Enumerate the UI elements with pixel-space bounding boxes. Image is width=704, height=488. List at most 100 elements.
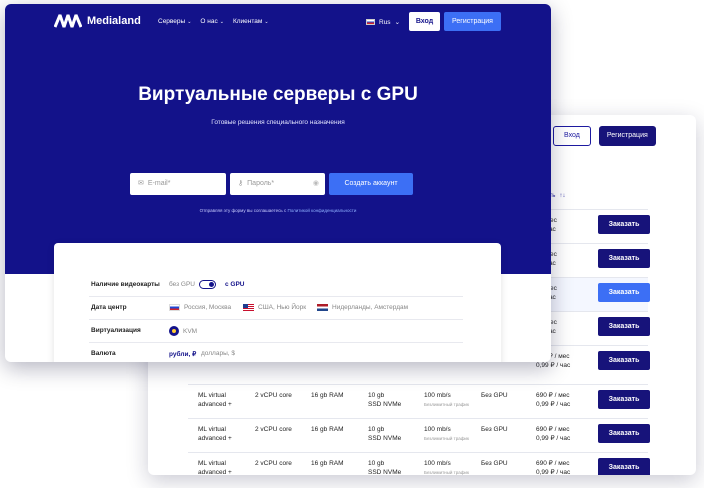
nav-item-clients[interactable]: Клиентам ⌄ <box>233 18 269 25</box>
chevron-down-icon: ⌄ <box>219 19 224 25</box>
logo[interactable]: Medialand <box>54 14 141 28</box>
plan-name-text: ML virtual <box>198 426 226 433</box>
dc-option-amsterdam[interactable]: Нидерланды, Амстердам <box>317 304 408 311</box>
russia-flag-icon <box>366 19 375 25</box>
netherlands-flag-icon <box>317 304 328 311</box>
logo-text: Medialand <box>87 15 141 27</box>
ssd-cell: 10 gb SSD NVMe <box>368 425 401 443</box>
ssd-cell: 10 gb SSD NVMe <box>368 391 401 409</box>
price-cell: 690 ₽ / мес 0,99 ₽ / час <box>536 391 570 409</box>
nav-item-servers[interactable]: Серверы ⌄ <box>158 18 191 25</box>
plan-name: ML virtual advanced + <box>198 391 232 409</box>
password-field[interactable]: ⚷ Пароль* ◉ <box>230 173 325 195</box>
register-button[interactable]: Регистрация <box>444 12 501 31</box>
dc-option-newyork[interactable]: США, Нью Йорк <box>243 304 306 311</box>
kvm-icon <box>169 326 179 336</box>
order-button[interactable]: Заказать <box>598 424 650 443</box>
price-cell-text: 690 ₽ / мес <box>536 426 570 433</box>
cpu-cell: 2 vCPU core <box>255 425 292 434</box>
chevron-down-icon: ⌄ <box>187 19 192 25</box>
ssd-cell-text: SSD NVMe <box>368 469 402 475</box>
russia-flag-icon <box>169 304 180 311</box>
ram-cell-text: 16 gb RAM <box>311 460 344 467</box>
table-row: ML virtual advanced + 2 vCPU core 16 gb RAM… <box>188 452 650 475</box>
login-button[interactable]: Вход <box>409 12 440 31</box>
plan-name: ML virtual advanced + <box>198 425 232 443</box>
virtualization-filter-row: Виртуализация KVM <box>89 320 463 343</box>
network-cell-text: Безлимитный трафик <box>424 402 469 407</box>
network-cell-text: Безлимитный трафик <box>424 436 469 441</box>
plan-name: ML virtual advanced + <box>198 459 232 475</box>
gpu-cell: Без GPU <box>481 391 508 400</box>
currency-filter-label: Валюта <box>91 350 116 357</box>
order-button[interactable]: Заказать <box>598 390 650 409</box>
dc-option-label: США, Нью Йорк <box>258 304 307 311</box>
filter-panel: Наличие видеокарты без GPU с GPU Дата це… <box>54 243 501 362</box>
email-field[interactable]: ✉ E-mail* <box>130 173 226 195</box>
virtualization-filter-label: Виртуализация <box>91 327 141 334</box>
plan-name-text: ML virtual <box>198 460 226 467</box>
gpu-off-option[interactable]: без GPU <box>169 281 195 288</box>
dc-option-moscow[interactable]: Россия, Москва <box>169 304 231 311</box>
network-cell: 100 mb/s Безлимитный трафик <box>424 425 469 443</box>
gpu-toggle[interactable] <box>199 280 216 289</box>
price-cell: 690 ₽ / мес 0,99 ₽ / час <box>536 459 570 475</box>
price-cell: 690 ₽ / мес 0,99 ₽ / час <box>536 425 570 443</box>
nav-label: Клиентам <box>232 18 263 25</box>
ram-cell: 16 gb RAM <box>311 425 344 434</box>
gpu-on-option[interactable]: с GPU <box>225 281 245 288</box>
ssd-cell-text: 10 gb <box>368 460 385 467</box>
back-register-button[interactable]: Регистрация <box>598 126 656 146</box>
chevron-down-icon: ⌄ <box>394 19 401 26</box>
order-button[interactable]: Заказать <box>598 351 650 370</box>
price-cell-text: 0,99 ₽ / час <box>536 362 571 369</box>
datacenter-filter-label: Дата центр <box>91 304 127 311</box>
eye-icon[interactable]: ◉ <box>313 173 319 195</box>
dc-option-label: Нидерланды, Амстердам <box>332 304 409 311</box>
gpu-filter-row: Наличие видеокарты без GPU с GPU <box>89 274 463 297</box>
ram-cell: 16 gb RAM <box>311 459 344 468</box>
ssd-cell-text: 10 gb <box>368 426 385 433</box>
main-nav: Серверы ⌄ О нас ⌄ Клиентам ⌄ <box>158 18 269 25</box>
currency-option-rub[interactable]: рубли, ₽ <box>169 350 196 358</box>
order-button[interactable]: Заказать <box>598 317 650 336</box>
password-placeholder: Пароль* <box>247 180 275 187</box>
currency-filter-row: Валюта рубли, ₽ доллары, $ <box>89 343 463 362</box>
gpu-cell-text: Без GPU <box>481 392 508 399</box>
order-button[interactable]: Заказать <box>598 215 650 234</box>
network-cell: 100 mb/s Безлимитный трафик <box>424 391 469 409</box>
virt-option-kvm[interactable]: KVM <box>169 326 197 336</box>
price-cell-text: 0,99 ₽ / час <box>536 469 571 475</box>
currency-option-usd[interactable]: доллары, $ <box>201 350 235 357</box>
dc-option-label: Россия, Москва <box>184 304 232 311</box>
usa-flag-icon <box>243 304 254 311</box>
plan-name-text: ML virtual <box>198 392 226 399</box>
datacenter-filter-row: Дата центр Россия, Москва США, Нью Йорк … <box>89 297 463 320</box>
order-button[interactable]: Заказать <box>598 458 650 475</box>
policy-text: Отправляя эту форму вы соглашаетесь с <box>199 208 287 213</box>
table-row: ML virtual advanced + 2 vCPU core 16 gb RAM… <box>188 418 650 452</box>
mail-icon: ✉ <box>138 180 144 187</box>
hero-section: Medialand Серверы ⌄ О нас ⌄ Клиентам ⌄ Rus … <box>5 4 551 274</box>
order-button[interactable]: Заказать <box>598 283 650 302</box>
back-login-button[interactable]: Вход <box>553 126 591 146</box>
nav-item-about[interactable]: О нас ⌄ <box>200 18 224 25</box>
back-header-actions: Вход Регистрация <box>553 126 656 146</box>
create-account-button[interactable]: Создать аккаунт <box>329 173 413 195</box>
network-cell-text: 100 mb/s <box>424 460 451 467</box>
nav-label: Серверы <box>158 18 186 25</box>
order-button[interactable]: Заказать <box>598 249 650 268</box>
ram-cell-text: 16 gb RAM <box>311 426 344 433</box>
language-label: Rus <box>379 18 391 26</box>
cpu-cell-text: 2 vCPU core <box>255 460 292 467</box>
logo-icon <box>54 14 82 28</box>
network-cell: 100 mb/s Безлимитный трафик <box>424 459 469 475</box>
cpu-cell: 2 vCPU core <box>255 391 292 400</box>
ssd-cell-text: 10 gb <box>368 392 385 399</box>
policy-link[interactable]: Политикой конфиденциальности <box>288 208 357 213</box>
price-cell-text: 0,99 ₽ / час <box>536 435 571 442</box>
language-selector[interactable]: Rus ⌄ <box>366 18 400 26</box>
network-cell-text: 100 mb/s <box>424 392 451 399</box>
network-cell-text: Безлимитный трафик <box>424 470 469 475</box>
gpu-cell: Без GPU <box>481 459 508 468</box>
